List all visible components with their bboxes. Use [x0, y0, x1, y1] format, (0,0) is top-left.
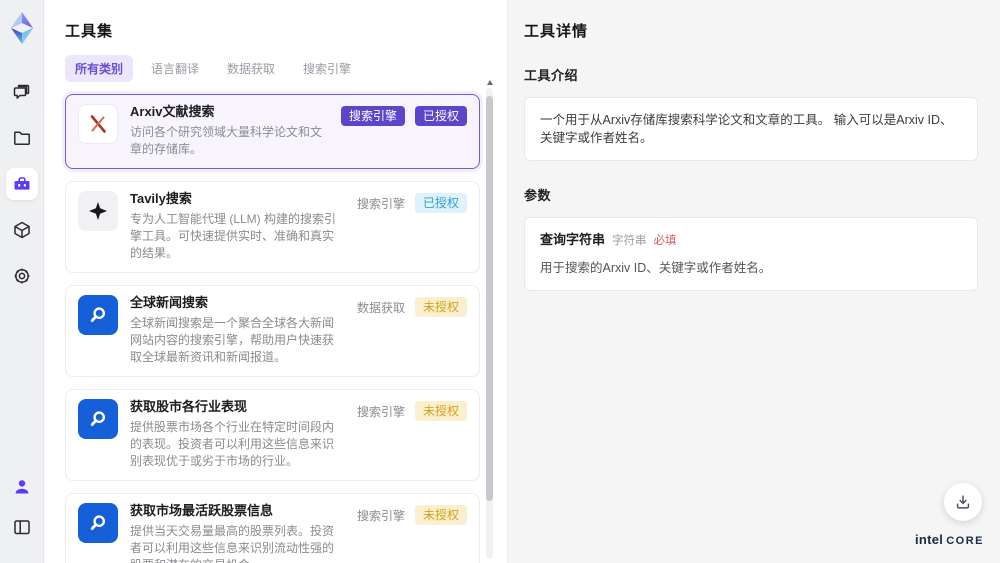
download-icon: [956, 495, 970, 509]
tool-description: 访问各个研究领域大量科学论文和文章的存储库。: [130, 125, 323, 156]
sidebar: [0, 0, 44, 563]
sidebar-item-account[interactable]: [6, 471, 38, 503]
scrollbar-thumb[interactable]: [486, 96, 493, 502]
category-badge: 搜索引擎: [340, 106, 405, 126]
tool-title: 获取市场最活跃股票信息: [130, 503, 274, 518]
category-label: 数据获取: [356, 300, 405, 315]
scrollbar-up-arrow[interactable]: [487, 80, 493, 85]
tool-description: 全球新闻搜索是一个聚合全球各大新闻网站内容的搜索引擎，帮助用户快速获取全球最新资…: [130, 316, 335, 364]
sidebar-item-packages[interactable]: [6, 214, 38, 246]
tool-card-body: Arxiv文献搜索 访问各个研究领域大量科学论文和文章的存储库。: [130, 104, 329, 158]
tool-title: Tavily搜索: [130, 191, 192, 206]
status-badge: 未授权: [414, 297, 467, 317]
sidebar-item-files[interactable]: [6, 122, 38, 154]
category-label: 搜索引擎: [356, 196, 405, 211]
sidebar-item-collapse-panel[interactable]: [6, 511, 38, 543]
param-type: 字符串: [612, 235, 647, 247]
sidebar-item-chat[interactable]: [6, 76, 38, 108]
tab-data-fetching[interactable]: 数据获取: [217, 55, 285, 82]
cube-icon: [13, 221, 30, 239]
category-label: 搜索引擎: [356, 404, 405, 419]
detail-title: 工具详情: [524, 23, 589, 40]
tool-card-body: 获取股市各行业表现 提供股票市场各个行业在特定时间段内的表现。投资者可以利用这些…: [130, 399, 345, 470]
status-badge: 未授权: [414, 505, 467, 525]
params-section-title: 参数: [524, 188, 552, 203]
tool-card-meta: 数据获取 未授权: [357, 297, 467, 317]
folder-icon: [13, 131, 30, 145]
param-name: 查询字符串: [540, 232, 606, 247]
intel-wordmark: intel: [914, 532, 944, 547]
category-tabs: 所有类别 语言翻译 数据获取 搜索引擎: [65, 55, 480, 82]
tool-description: 提供当天交易量最高的股票列表。投资者可以利用这些信息来识别流动性强的股票和潜在的…: [130, 524, 335, 563]
param-description: 用于搜索的Arxiv ID、关键字或作者姓名。: [540, 261, 772, 275]
category-label: 搜索引擎: [356, 508, 405, 523]
intro-section-title: 工具介绍: [524, 68, 579, 83]
tool-card-active-stocks[interactable]: 获取市场最活跃股票信息 提供当天交易量最高的股票列表。投资者可以利用这些信息来识…: [65, 493, 480, 563]
core-wordmark: CORE: [946, 535, 984, 547]
tool-card-body: Tavily搜索 专为人工智能代理 (LLM) 构建的搜索引擎工具。可快速提供实…: [130, 191, 345, 262]
tool-card-list: Arxiv文献搜索 访问各个研究领域大量科学论文和文章的存储库。 搜索引擎 已授…: [65, 94, 480, 563]
arxiv-icon: [78, 104, 118, 144]
tab-search-engine[interactable]: 搜索引擎: [293, 55, 361, 82]
tool-card-body: 获取市场最活跃股票信息 提供当天交易量最高的股票列表。投资者可以利用这些信息来识…: [130, 503, 345, 563]
user-icon: [15, 480, 28, 494]
status-badge: 已授权: [414, 193, 467, 213]
tool-title: 获取股市各行业表现: [130, 399, 248, 414]
tool-card-meta: 搜索引擎 未授权: [357, 401, 467, 421]
panel-icon: [13, 520, 30, 535]
tool-title: Arxiv文献搜索: [130, 104, 215, 119]
sidebar-bottom: [6, 471, 38, 551]
param-header: 查询字符串 字符串 必填: [540, 231, 962, 250]
intel-core-logo: intel CORE: [915, 532, 984, 547]
tavily-icon: [78, 191, 118, 231]
intro-box: 一个用于从Arxiv存储库搜索科学论文和文章的工具。 输入可以是Arxiv ID…: [524, 97, 978, 161]
page-title: 工具集: [65, 23, 114, 40]
param-box: 查询字符串 字符串 必填 用于搜索的Arxiv ID、关键字或作者姓名。: [524, 217, 978, 291]
tool-card-tavily[interactable]: Tavily搜索 专为人工智能代理 (LLM) 构建的搜索引擎工具。可快速提供实…: [65, 181, 480, 273]
app-logo: [10, 12, 33, 44]
param-required-flag: 必填: [653, 235, 677, 247]
sidebar-item-tools[interactable]: [5, 168, 38, 200]
tool-card-meta: 搜索引擎 已授权: [357, 193, 467, 213]
tool-title: 全球新闻搜索: [130, 295, 209, 310]
tool-card-sector-performance[interactable]: 获取股市各行业表现 提供股票市场各个行业在特定时间段内的表现。投资者可以利用这些…: [65, 389, 480, 481]
app-window: 工具集 所有类别 语言翻译 数据获取 搜索引擎 Arxiv文献搜索 访问各个研究…: [0, 0, 1000, 563]
tab-all-categories[interactable]: 所有类别: [65, 55, 134, 82]
status-badge: 已授权: [414, 106, 467, 126]
download-button[interactable]: [944, 483, 982, 521]
list-scrollbar[interactable]: [486, 80, 493, 559]
sidebar-item-settings[interactable]: [6, 260, 38, 292]
gear-icon: [14, 268, 29, 284]
tool-card-meta: 搜索引擎 已授权: [340, 106, 467, 126]
blue-search-icon: [78, 503, 118, 543]
tool-description: 专为人工智能代理 (LLM) 构建的搜索引擎工具。可快速提供实时、准确和真实的结…: [130, 212, 337, 260]
toolbox-icon: [14, 177, 29, 190]
blue-search-icon: [78, 295, 118, 335]
blue-search-icon: [78, 399, 118, 439]
tool-description: 提供股票市场各个行业在特定时间段内的表现。投资者可以利用这些信息来识别表现优于或…: [130, 420, 335, 468]
tool-detail-pane: 工具详情 工具介绍 一个用于从Arxiv存储库搜索科学论文和文章的工具。 输入可…: [507, 0, 1000, 563]
status-badge: 未授权: [414, 401, 467, 421]
tool-card-arxiv[interactable]: Arxiv文献搜索 访问各个研究领域大量科学论文和文章的存储库。 搜索引擎 已授…: [65, 94, 480, 169]
tool-card-body: 全球新闻搜索 全球新闻搜索是一个聚合全球各大新闻网站内容的搜索引擎，帮助用户快速…: [130, 295, 345, 366]
tab-language-translation[interactable]: 语言翻译: [141, 55, 209, 82]
tool-card-global-news[interactable]: 全球新闻搜索 全球新闻搜索是一个聚合全球各大新闻网站内容的搜索引擎，帮助用户快速…: [65, 285, 480, 377]
chat-icon: [13, 84, 29, 99]
tool-card-meta: 搜索引擎 未授权: [357, 505, 467, 525]
tool-list-pane: 工具集 所有类别 语言翻译 数据获取 搜索引擎 Arxiv文献搜索 访问各个研究…: [44, 0, 507, 563]
